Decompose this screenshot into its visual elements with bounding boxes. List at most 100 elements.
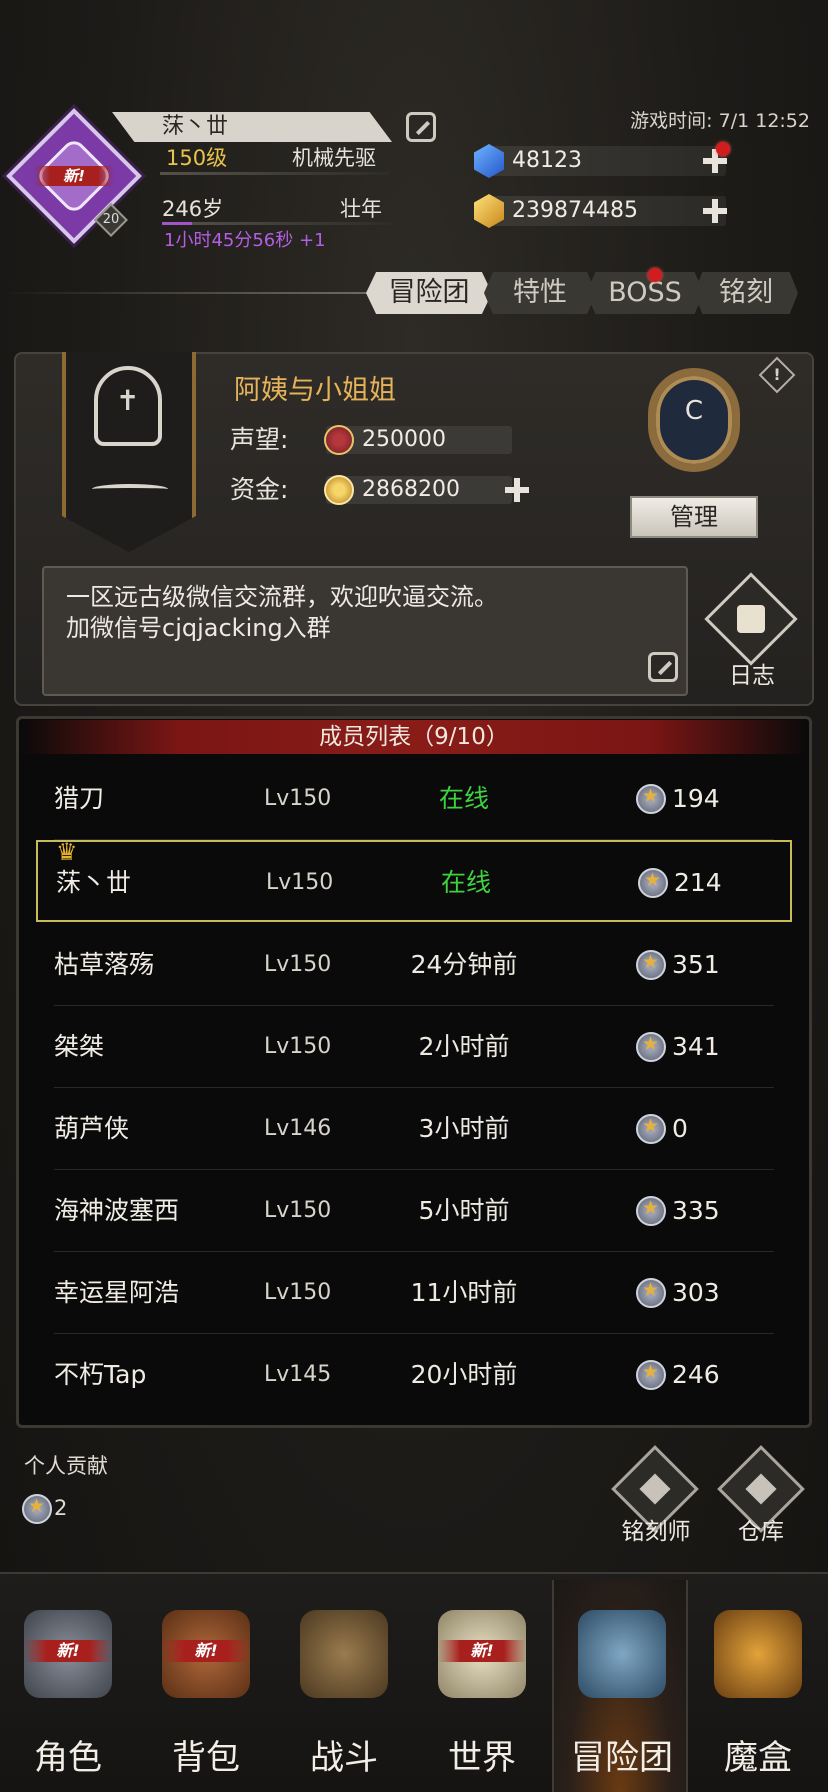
guild-rank: C: [684, 396, 704, 426]
notification-dot: [716, 142, 730, 156]
member-contribution: 194: [672, 784, 720, 813]
nav-label: 角色: [34, 1738, 102, 1778]
member-level: Lv150: [264, 952, 332, 977]
tab-traits[interactable]: 特性: [484, 272, 596, 314]
member-status: 20小时前: [410, 1360, 518, 1389]
member-name: 葫芦侠: [54, 1114, 130, 1143]
new-badge: 新!: [162, 1640, 250, 1662]
gem-balance: 48123: [486, 146, 726, 176]
funds-label: 资金:: [230, 475, 289, 504]
member-contribution: 246: [672, 1360, 720, 1389]
divider: [160, 172, 390, 175]
coin-icon: [324, 475, 354, 505]
member-contribution: 335: [672, 1196, 720, 1225]
member-level: Lv146: [264, 1116, 332, 1141]
member-status: 24分钟前: [410, 950, 518, 979]
tab-divider: [0, 292, 370, 294]
nav-backpack[interactable]: 新! 背包: [138, 1580, 274, 1792]
engraver-label[interactable]: 铭刻师: [606, 1512, 706, 1546]
member-name: 枯草落殇: [54, 950, 155, 979]
player-name: 莯丶丗: [112, 112, 392, 142]
nav-label: 世界: [448, 1738, 516, 1778]
guild-notice: 一区远古级微信交流群，欢迎吹逼交流。 加微信号cjqjacking入群: [42, 566, 688, 696]
member-status: 2小时前: [418, 1032, 510, 1061]
player-level: 150级: [166, 146, 228, 170]
add-funds-button[interactable]: [504, 477, 530, 503]
tab-adventure-team[interactable]: 冒险团: [366, 272, 492, 314]
member-status: 在线: [438, 784, 489, 813]
new-badge: 新!: [438, 1640, 526, 1662]
guild-name: 阿姨与小姐姐: [234, 375, 396, 406]
nav-label: 背包: [172, 1738, 240, 1778]
edit-name-icon[interactable]: [406, 112, 436, 142]
nav-world[interactable]: 新! 世界: [414, 1580, 550, 1792]
contribution-star-icon: [22, 1494, 52, 1524]
edit-notice-icon[interactable]: [648, 652, 678, 682]
member-level: Lv150: [264, 1198, 332, 1223]
log-label[interactable]: 日志: [712, 656, 792, 690]
member-name: 海神波塞西: [54, 1196, 180, 1225]
member-row-self[interactable]: ♛ 莯丶丗 Lv150 在线 214: [36, 838, 792, 922]
member-row[interactable]: 桀桀 Lv150 2小时前 341: [54, 1006, 774, 1088]
member-row[interactable]: 不朽Tap Lv145 20小时前 246: [54, 1334, 774, 1416]
coffin-emblem-icon: [94, 366, 162, 446]
personal-contribution-value: 2: [54, 1496, 68, 1520]
member-row[interactable]: 海神波塞西 Lv150 5小时前 335: [54, 1170, 774, 1252]
member-row[interactable]: 幸运星阿浩 Lv150 11小时前 303: [54, 1252, 774, 1334]
nav-label: 魔盒: [724, 1738, 792, 1778]
member-name: 桀桀: [54, 1032, 105, 1061]
player-age: 246岁: [162, 197, 224, 221]
boss-notification-dot: [648, 268, 662, 282]
member-row[interactable]: 猎刀 Lv150 在线 194: [54, 758, 774, 840]
member-contribution: 0: [672, 1114, 688, 1143]
age-timer: 1小时45分56秒 +1: [164, 230, 326, 251]
tab-engrave[interactable]: 铭刻: [694, 272, 798, 314]
game-time: 游戏时间: 7/1 12:52: [630, 110, 810, 132]
member-level: Lv150: [266, 870, 334, 895]
age-progress-fill: [162, 222, 192, 225]
nav-battle[interactable]: 战斗: [276, 1580, 412, 1792]
member-level: Lv150: [264, 786, 332, 811]
reputation-label: 声望:: [230, 425, 289, 454]
notice-text: 一区远古级微信交流群，欢迎吹逼交流。 加微信号cjqjacking入群: [66, 583, 498, 642]
manage-button[interactable]: 管理: [630, 496, 758, 538]
nav-magic-box[interactable]: 魔盒: [690, 1580, 826, 1792]
reputation-medal-icon: [324, 425, 354, 455]
nav-adventure-team[interactable]: 冒险团: [552, 1580, 688, 1792]
member-level: Lv145: [264, 1362, 332, 1387]
member-status: 11小时前: [410, 1278, 518, 1307]
player-age-stage: 壮年: [340, 197, 382, 221]
player-class: 机械先驱: [292, 146, 376, 170]
member-contribution: 341: [672, 1032, 720, 1061]
member-status: 5小时前: [418, 1196, 510, 1225]
member-contribution: 303: [672, 1278, 720, 1307]
new-badge: 新!: [24, 1640, 112, 1662]
nav-label: 战斗: [310, 1738, 378, 1778]
member-name: 幸运星阿浩: [54, 1278, 180, 1307]
castle-icon: [578, 1610, 666, 1698]
add-gold-button[interactable]: [702, 198, 728, 224]
gold-balance: 239874485: [486, 196, 726, 226]
member-status: 3小时前: [418, 1114, 510, 1143]
member-name: 猎刀: [54, 784, 105, 813]
nav-character[interactable]: 新! 角色: [0, 1580, 136, 1792]
member-list-header: 成员列表（9/10）: [20, 720, 808, 754]
member-level: Lv150: [264, 1280, 332, 1305]
tab-boss[interactable]: BOSS: [586, 272, 704, 314]
age-progress-bar: [162, 222, 392, 225]
member-name: 不朽Tap: [54, 1360, 147, 1389]
new-badge: 新!: [34, 166, 114, 186]
puzzle-box-icon: [714, 1610, 802, 1698]
member-row[interactable]: 枯草落殇 Lv150 24分钟前 351: [54, 924, 774, 1006]
personal-contribution-label: 个人贡献: [24, 1454, 108, 1478]
wave-emblem-icon: [92, 484, 168, 494]
member-level: Lv150: [264, 1034, 332, 1059]
nav-label: 冒险团: [571, 1738, 673, 1778]
member-row[interactable]: 葫芦侠 Lv146 3小时前 0: [54, 1088, 774, 1170]
warehouse-label[interactable]: 仓库: [716, 1512, 806, 1546]
member-contribution: 214: [674, 868, 722, 897]
member-status: 在线: [440, 868, 491, 897]
member-contribution: 351: [672, 950, 720, 979]
shield-sword-icon: [300, 1610, 388, 1698]
guild-screen: 新! 2 0 莯丶丗 150级 机械先驱 246岁 壮年 1小时45分56秒 +1…: [0, 0, 828, 1792]
